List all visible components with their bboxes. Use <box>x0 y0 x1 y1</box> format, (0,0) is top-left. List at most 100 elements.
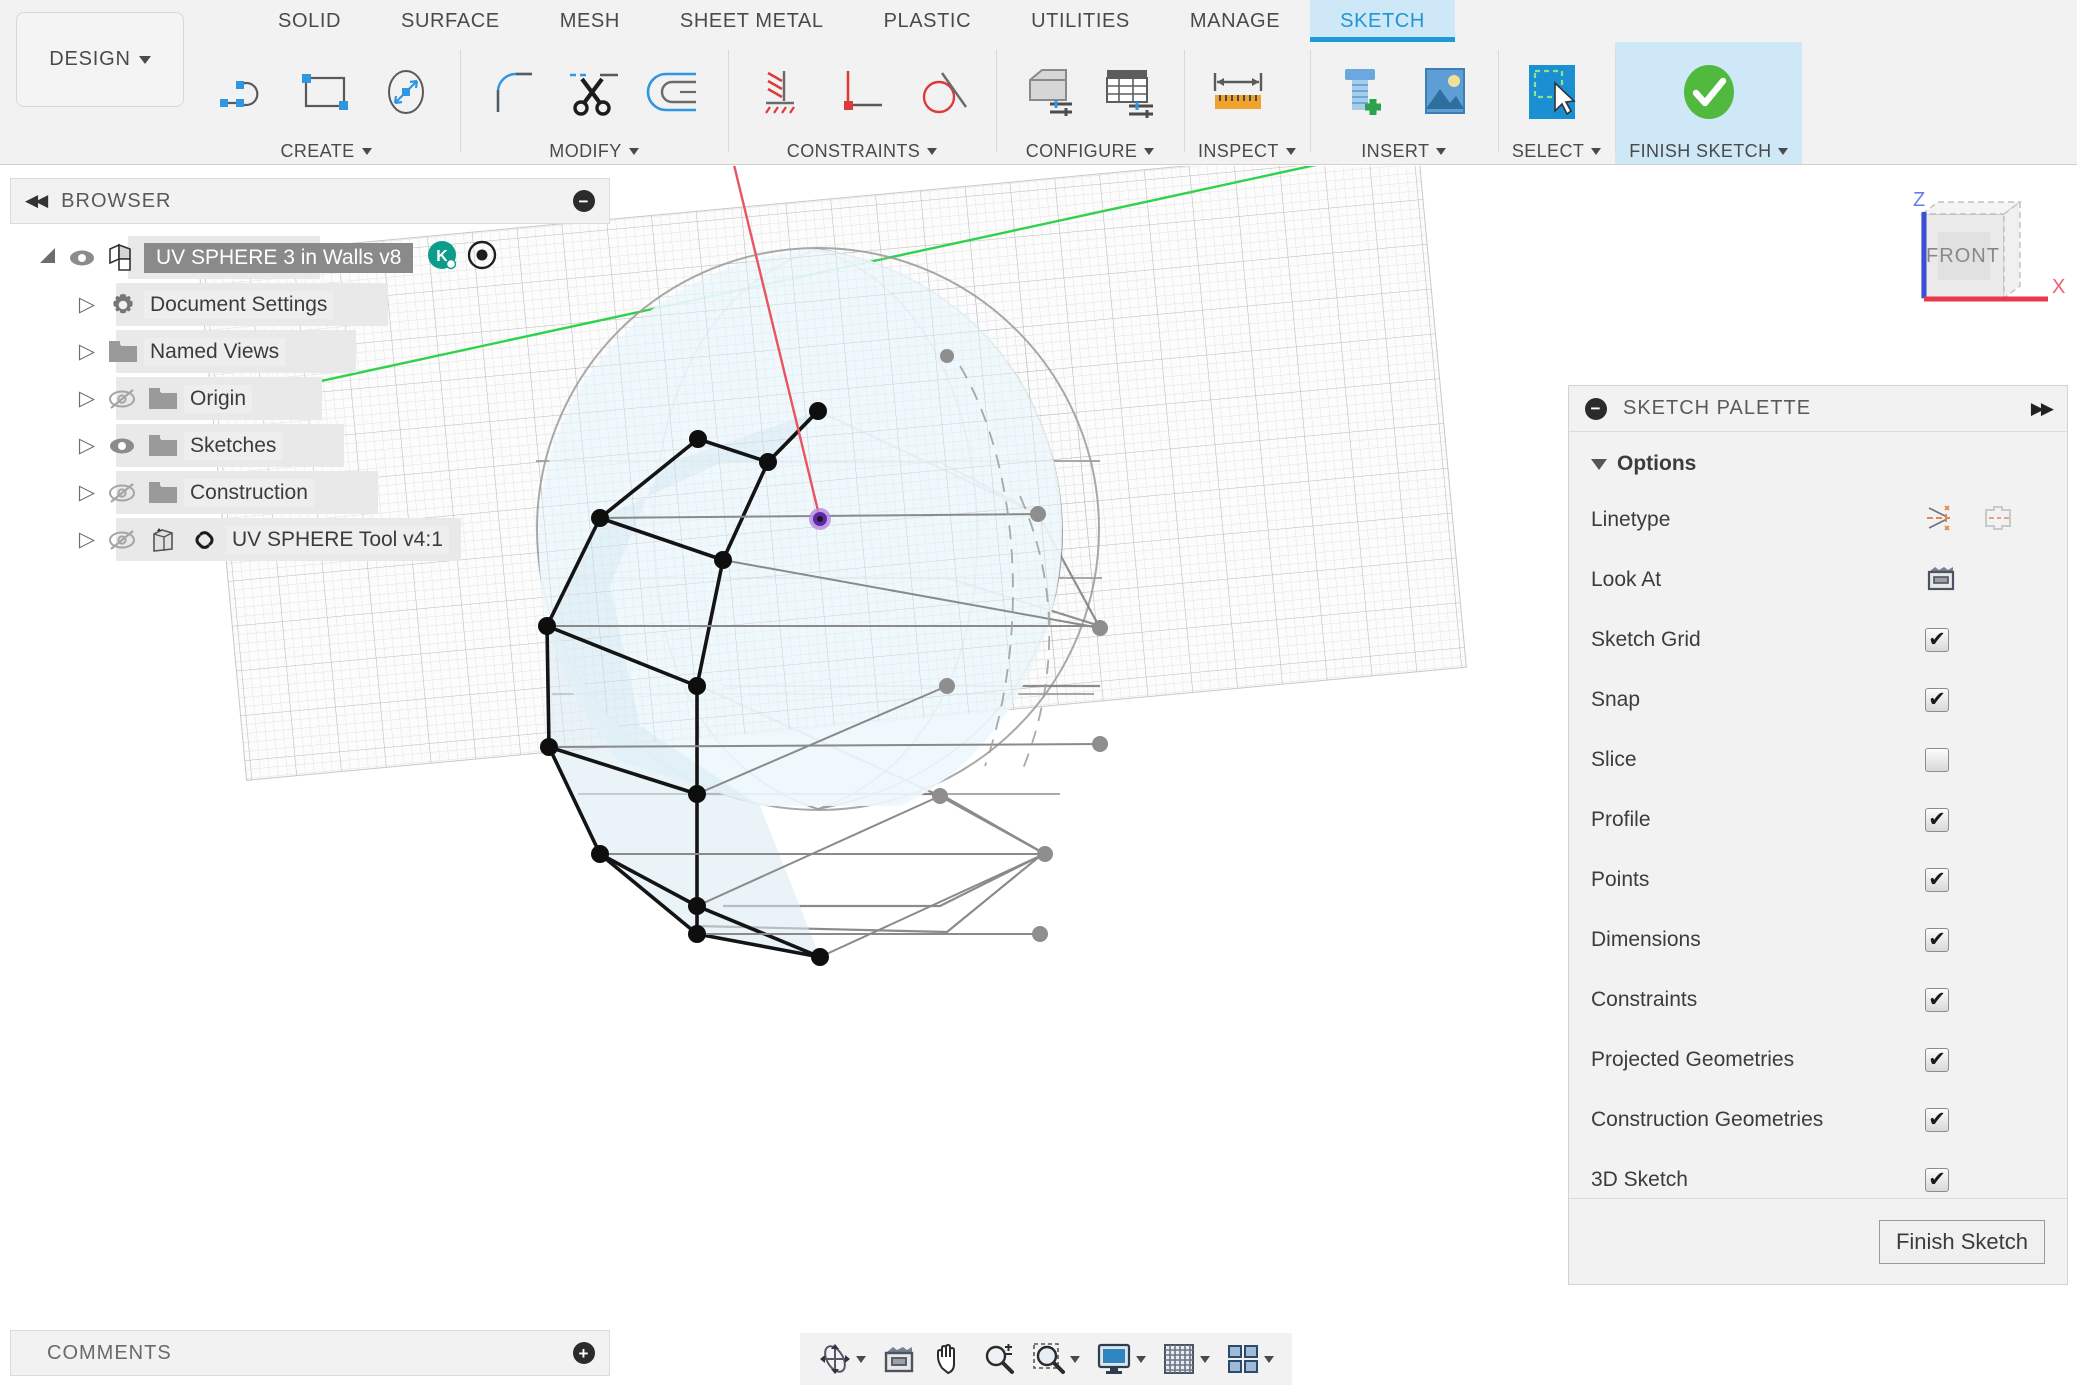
tab-plastic[interactable]: PLASTIC <box>854 0 1002 42</box>
visibility-eye-hidden-icon[interactable] <box>102 528 142 552</box>
option-points[interactable]: Points <box>1569 850 2067 910</box>
viewports-icon[interactable] <box>1218 1342 1282 1376</box>
tab-sketch[interactable]: SKETCH <box>1310 0 1455 42</box>
centerline-linetype-icon[interactable] <box>1981 504 2015 537</box>
double-chevron-right-icon[interactable]: ▶▶ <box>2031 399 2054 419</box>
panel-title-configure[interactable]: CONFIGURE <box>1010 138 1170 164</box>
minus-circle-icon[interactable]: − <box>1585 397 1607 420</box>
panel-title-create[interactable]: CREATE <box>206 138 446 164</box>
option-profile[interactable]: Profile <box>1569 790 2067 850</box>
panel-title-finish-sketch[interactable]: FINISH SKETCH <box>1629 138 1789 164</box>
checkbox-profile[interactable] <box>1925 808 1949 832</box>
chevron-right-icon[interactable]: ▷ <box>72 433 102 458</box>
panel-title-modify[interactable]: MODIFY <box>474 138 714 164</box>
checkbox-slice[interactable] <box>1925 748 1949 772</box>
chevron-down-icon[interactable] <box>856 1355 866 1363</box>
orbit-icon[interactable] <box>810 1342 874 1376</box>
option-construction-geometries[interactable]: Construction Geometries <box>1569 1090 2067 1150</box>
viewcube-right-face[interactable] <box>2003 200 2021 300</box>
chevron-down-icon[interactable] <box>1200 1355 1210 1363</box>
chevron-right-icon[interactable]: ▷ <box>72 292 102 317</box>
panel-title-select[interactable]: SELECT <box>1512 138 1602 164</box>
display-settings-icon[interactable] <box>1088 1342 1154 1376</box>
zoom-icon[interactable] <box>974 1342 1024 1376</box>
fix-ground-icon[interactable] <box>750 60 814 124</box>
green-check-icon[interactable] <box>1677 60 1741 124</box>
tab-manage[interactable]: MANAGE <box>1160 0 1310 42</box>
grid-snaps-icon[interactable] <box>1154 1342 1218 1376</box>
look-at-camera-icon[interactable] <box>1925 564 1957 597</box>
tree-row-origin[interactable]: ▷ Origin <box>10 375 610 422</box>
target-circle-icon[interactable] <box>467 240 497 275</box>
option-projected-geometries[interactable]: Projected Geometries <box>1569 1030 2067 1090</box>
sketch-center-point[interactable] <box>809 508 831 530</box>
chevron-right-icon[interactable]: ▷ <box>72 480 102 505</box>
insert-canvas-image-icon[interactable] <box>1412 60 1476 124</box>
tab-solid[interactable]: SOLID <box>248 0 371 42</box>
tree-row-construction[interactable]: ▷ Construction <box>10 469 610 516</box>
chevron-down-icon[interactable] <box>1264 1355 1274 1363</box>
option-dimensions[interactable]: Dimensions <box>1569 910 2067 970</box>
tree-row-root[interactable]: UV SPHERE 3 in Walls v8 K <box>10 234 610 281</box>
fillet-icon[interactable] <box>482 60 546 124</box>
configure-part-icon[interactable] <box>1018 60 1082 124</box>
tab-sheet-metal[interactable]: SHEET METAL <box>650 0 854 42</box>
option-sketch-grid[interactable]: Sketch Grid <box>1569 610 2067 670</box>
expand-arrow-icon[interactable] <box>32 243 62 273</box>
checkbox-snap[interactable] <box>1925 688 1949 712</box>
tree-row-sketches[interactable]: ▷ Sketches <box>10 422 610 469</box>
zoom-window-icon[interactable] <box>1024 1342 1088 1376</box>
options-section-header[interactable]: Options <box>1569 446 2067 490</box>
visibility-eye-icon[interactable] <box>62 247 102 269</box>
look-at-icon[interactable] <box>874 1343 924 1375</box>
offset-icon[interactable] <box>642 60 706 124</box>
plus-circle-icon[interactable]: + <box>573 1342 595 1364</box>
chevron-right-icon[interactable]: ▷ <box>72 527 102 552</box>
workspace-switcher-button[interactable]: DESIGN <box>16 12 184 107</box>
panel-title-constraints[interactable]: CONSTRAINTS <box>742 138 982 164</box>
panel-title-insert[interactable]: INSERT <box>1324 138 1484 164</box>
configure-table-icon[interactable] <box>1098 60 1162 124</box>
measure-ruler-icon[interactable] <box>1206 60 1270 124</box>
chevron-right-icon[interactable]: ▷ <box>72 386 102 411</box>
construction-linetype-icon[interactable] <box>1925 504 1959 537</box>
perpendicular-icon[interactable] <box>830 60 894 124</box>
option-linetype[interactable]: Linetype <box>1569 490 2067 550</box>
tree-row-uv-sphere-tool[interactable]: ▷ UV SPHERE Tool v4:1 <box>10 516 610 563</box>
circle-diameter-icon[interactable] <box>374 60 438 124</box>
minus-circle-icon[interactable]: − <box>573 190 595 212</box>
rectangle-icon[interactable] <box>294 60 358 124</box>
owner-avatar[interactable]: K <box>427 240 457 275</box>
checkbox-constraints[interactable] <box>1925 988 1949 1012</box>
tab-surface[interactable]: SURFACE <box>371 0 530 42</box>
tree-row-document-settings[interactable]: ▷ Document Settings <box>10 281 610 328</box>
chevron-right-icon[interactable]: ▷ <box>72 339 102 364</box>
chevron-down-icon[interactable] <box>1136 1355 1146 1363</box>
tab-utilities[interactable]: UTILITIES <box>1001 0 1160 42</box>
visibility-eye-icon[interactable] <box>102 435 142 457</box>
tab-mesh[interactable]: MESH <box>530 0 650 42</box>
checkbox-dimensions[interactable] <box>1925 928 1949 952</box>
option-slice[interactable]: Slice <box>1569 730 2067 790</box>
collapse-left-icon[interactable]: ◀◀ <box>25 191 48 211</box>
checkbox-projected-geometries[interactable] <box>1925 1048 1949 1072</box>
chevron-down-icon[interactable] <box>1070 1355 1080 1363</box>
option-look-at[interactable]: Look At <box>1569 550 2067 610</box>
insert-mcmaster-bolt-icon[interactable] <box>1332 60 1396 124</box>
line-arc-icon[interactable] <box>214 60 278 124</box>
visibility-eye-hidden-icon[interactable] <box>102 387 142 411</box>
panel-title-inspect[interactable]: INSPECT <box>1198 138 1296 164</box>
finish-sketch-button[interactable]: Finish Sketch <box>1878 1219 2045 1264</box>
checkbox-construction-geometries[interactable] <box>1925 1108 1949 1132</box>
comments-panel[interactable]: COMMENTS + <box>10 1330 610 1376</box>
checkbox-3d-sketch[interactable] <box>1925 1168 1949 1192</box>
checkbox-points[interactable] <box>1925 868 1949 892</box>
option-constraints[interactable]: Constraints <box>1569 970 2067 1030</box>
visibility-eye-hidden-icon[interactable] <box>102 481 142 505</box>
tangent-icon[interactable] <box>910 60 974 124</box>
pan-hand-icon[interactable] <box>924 1342 974 1376</box>
option-snap[interactable]: Snap <box>1569 670 2067 730</box>
ribbon-panel-finish-sketch[interactable]: FINISH SKETCH <box>1615 42 1803 164</box>
trim-scissors-icon[interactable] <box>562 60 626 124</box>
option-3d-sketch[interactable]: 3D Sketch <box>1569 1150 2067 1198</box>
